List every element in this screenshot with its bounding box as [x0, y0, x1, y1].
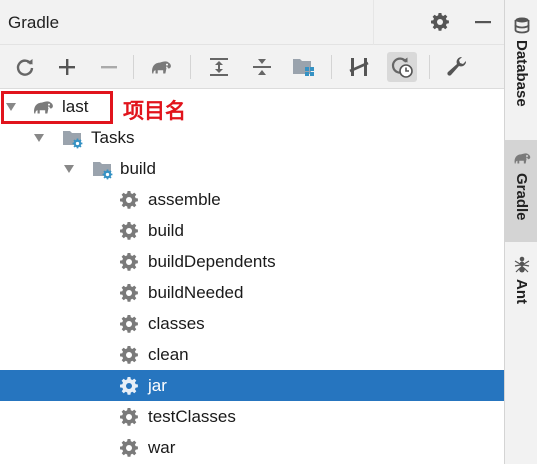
gear-icon	[119, 438, 139, 458]
toolbar-separator	[133, 55, 134, 79]
toolbar-separator	[429, 55, 430, 79]
toggle-offline-button[interactable]	[344, 52, 374, 82]
stripe-label-gradle: Gradle	[513, 173, 530, 221]
annotation-highlight-box	[1, 91, 113, 124]
task-label: buildNeeded	[148, 283, 244, 302]
task-row-classes[interactable]: classes	[0, 308, 504, 339]
task-label: clean	[148, 345, 189, 364]
stripe-tab-gradle[interactable]: Gradle	[505, 140, 537, 242]
folder-modules-icon	[293, 59, 314, 76]
gear-icon	[119, 407, 139, 427]
chevron-down-icon[interactable]	[33, 132, 45, 144]
gear-icon	[119, 252, 139, 272]
add-button[interactable]	[52, 52, 82, 82]
tree-row-tasks-folder[interactable]: Tasks	[0, 122, 504, 153]
stripe-tab-ant[interactable]: Ant	[505, 248, 537, 314]
toolbar-separator	[331, 55, 332, 79]
stripe-tab-database[interactable]: Database	[505, 10, 537, 135]
collapse-all-icon	[253, 59, 271, 75]
right-tool-stripe: Database Gradle Ant	[504, 0, 537, 464]
tool-window-title: Gradle	[8, 13, 60, 32]
task-row-buildneeded[interactable]: buildNeeded	[0, 277, 504, 308]
task-row-testclasses[interactable]: testClasses	[0, 401, 504, 432]
task-row-clean[interactable]: clean	[0, 339, 504, 370]
gear-icon	[119, 314, 139, 334]
task-folder-icon	[62, 128, 84, 150]
stripe-label-database: Database	[513, 40, 530, 107]
refresh-icon	[16, 59, 34, 76]
task-row-assemble[interactable]: assemble	[0, 184, 504, 215]
task-label: classes	[148, 314, 205, 333]
gear-icon	[119, 283, 139, 303]
task-folder-icon	[92, 159, 114, 181]
task-label: war	[148, 438, 176, 457]
toolbar-separator	[190, 55, 191, 79]
tool-window-header: Gradle	[0, 0, 504, 45]
header-divider	[373, 0, 374, 45]
minus-icon	[101, 66, 117, 69]
expand-all-icon	[210, 58, 228, 76]
annotation-label: 项目名	[123, 99, 186, 123]
gear-icon	[119, 345, 139, 365]
tree-row-build-group[interactable]: build	[0, 153, 504, 184]
task-label: jar	[148, 376, 167, 395]
reload-button[interactable]	[10, 52, 40, 82]
database-icon	[514, 17, 530, 34]
gear-icon	[431, 13, 449, 31]
group-modules-button[interactable]	[289, 52, 319, 82]
task-label: testClasses	[148, 407, 236, 426]
build-group-label: build	[120, 159, 156, 178]
dependencies-clock-icon	[391, 57, 413, 78]
gradle-elephant-icon	[512, 149, 532, 167]
offline-icon	[349, 58, 369, 76]
minus-icon	[475, 21, 491, 24]
expand-all-button[interactable]	[204, 52, 234, 82]
task-label: assemble	[148, 190, 221, 209]
remove-button[interactable]	[94, 52, 124, 82]
collapse-all-button[interactable]	[247, 52, 277, 82]
task-row-builddependents[interactable]: buildDependents	[0, 246, 504, 277]
gradle-toolbar	[0, 45, 504, 89]
gradle-elephant-icon	[149, 57, 173, 77]
task-row-jar[interactable]: jar	[0, 370, 504, 401]
task-row-build[interactable]: build	[0, 215, 504, 246]
wrench-icon	[447, 56, 467, 76]
chevron-down-icon[interactable]	[63, 163, 75, 175]
plus-icon	[59, 59, 75, 75]
task-row-war[interactable]: war	[0, 432, 504, 463]
ant-icon	[514, 256, 530, 273]
stripe-label-ant: Ant	[513, 279, 530, 304]
execute-task-button[interactable]	[146, 52, 176, 82]
gradle-tool-window: Gradle last Tasks build assemble build b…	[0, 0, 504, 464]
tasks-folder-label: Tasks	[91, 128, 135, 147]
show-dependencies-button[interactable]	[387, 52, 417, 82]
task-label: buildDependents	[148, 252, 276, 271]
gear-icon	[119, 221, 139, 241]
settings-gear-button[interactable]	[429, 11, 451, 33]
build-settings-button[interactable]	[442, 52, 472, 82]
gear-icon	[119, 190, 139, 210]
gear-icon	[119, 376, 139, 396]
hide-panel-button[interactable]	[472, 11, 494, 33]
task-label: build	[148, 221, 184, 240]
gradle-project-tree: last Tasks build assemble build buildDepen…	[0, 90, 504, 464]
